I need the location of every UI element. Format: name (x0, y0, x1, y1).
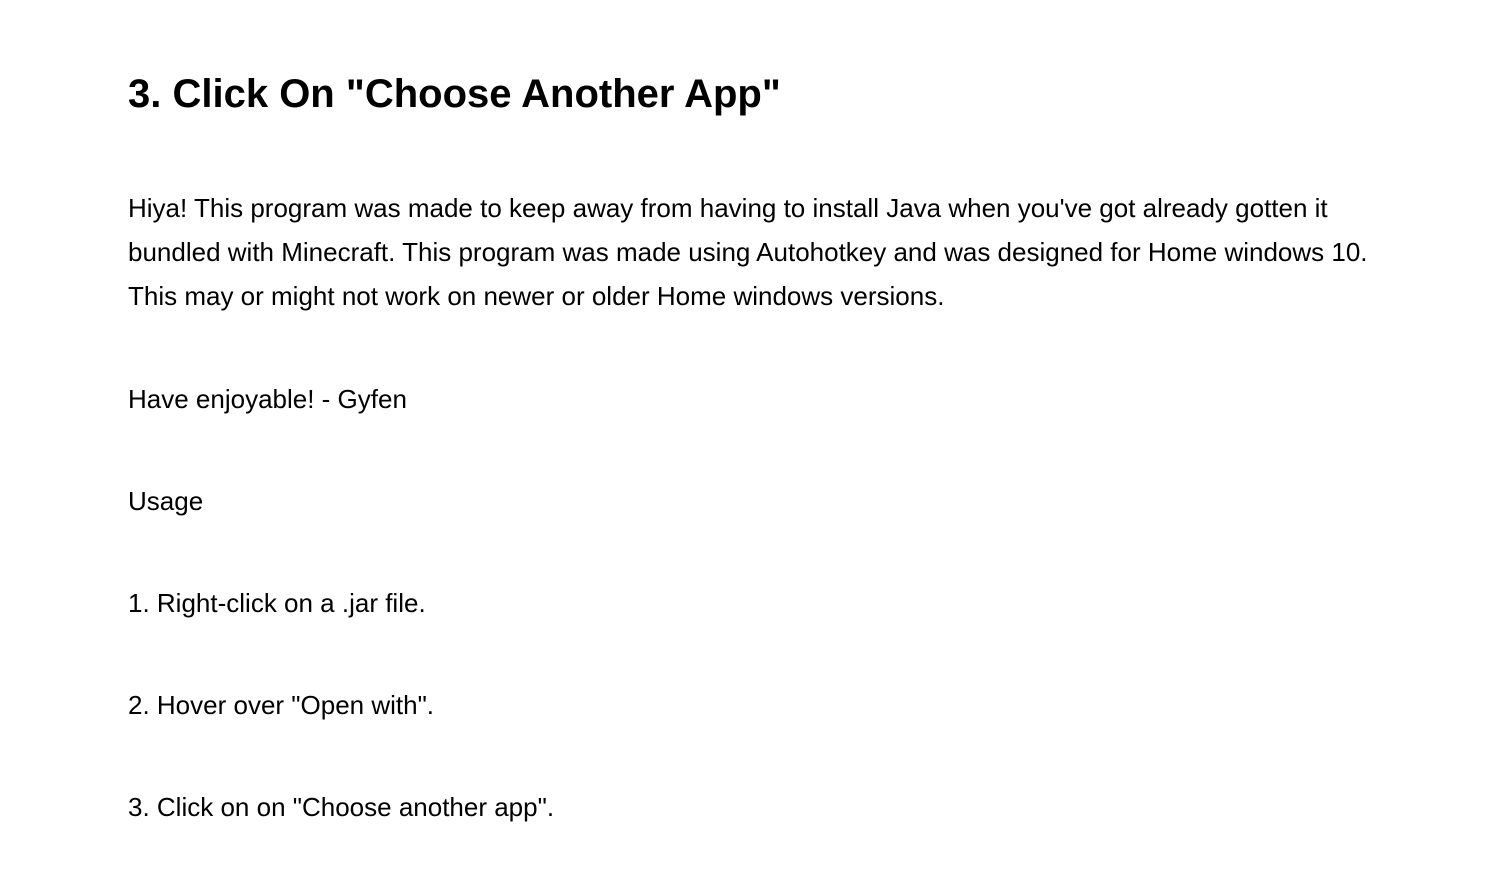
signoff-paragraph: Have enjoyable! - Gyfen (128, 377, 1372, 421)
usage-step-2: 2. Hover over "Open with". (128, 683, 1372, 727)
page-heading: 3. Click On "Choose Another App" (128, 70, 1372, 118)
usage-step-1: 1. Right-click on a .jar file. (128, 581, 1372, 625)
usage-step-3: 3. Click on on "Choose another app". (128, 785, 1372, 829)
usage-label: Usage (128, 479, 1372, 523)
intro-paragraph: Hiya! This program was made to keep away… (128, 186, 1372, 319)
